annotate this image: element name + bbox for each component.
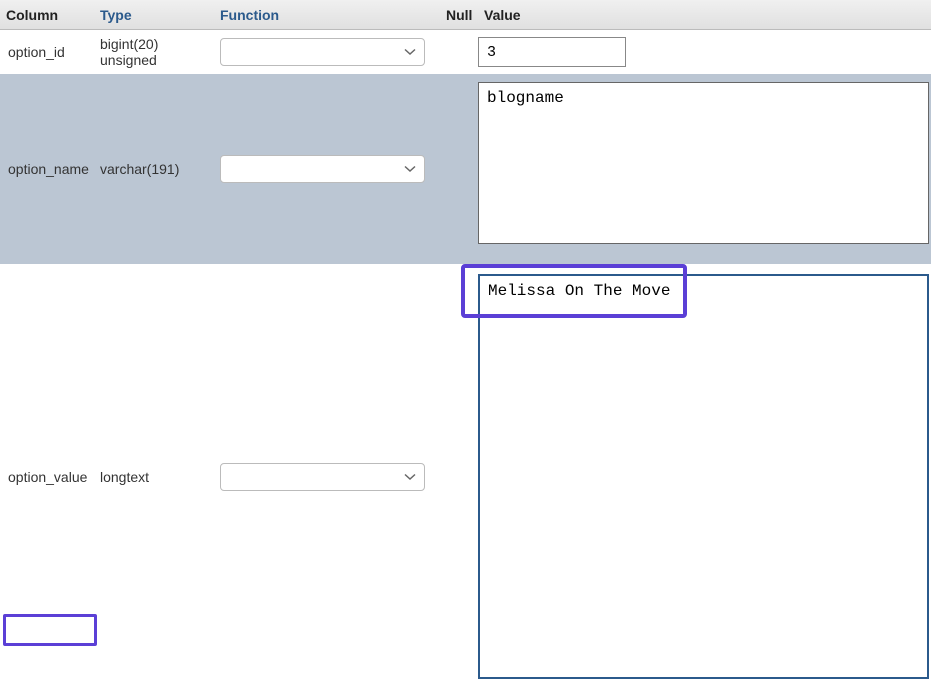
function-select[interactable] <box>220 155 425 183</box>
table-row: option_name varchar(191) <box>0 74 931 264</box>
chevron-down-icon <box>404 165 416 173</box>
header-value: Value <box>476 1 931 29</box>
function-cell <box>212 32 438 72</box>
column-name: option_id <box>0 38 92 66</box>
table-row: option_id bigint(20) unsigned <box>0 30 931 74</box>
value-textarea-option-name[interactable] <box>478 82 929 244</box>
function-cell <box>212 149 438 189</box>
edit-table: Column Type Function Null Value option_i… <box>0 0 931 689</box>
null-cell <box>438 471 476 483</box>
column-type: bigint(20) unsigned <box>92 30 212 74</box>
value-input-option-id[interactable] <box>478 37 626 67</box>
value-cell <box>476 74 931 264</box>
value-textarea-option-value[interactable] <box>478 274 929 679</box>
function-select[interactable] <box>220 463 425 491</box>
chevron-down-icon <box>404 473 416 481</box>
table-header-row: Column Type Function Null Value <box>0 0 931 30</box>
null-cell <box>438 163 476 175</box>
chevron-down-icon <box>404 48 416 56</box>
column-type: varchar(191) <box>92 155 212 183</box>
function-select[interactable] <box>220 38 425 66</box>
column-name: option_value <box>0 463 92 491</box>
table-row: option_value longtext <box>0 264 931 689</box>
column-name: option_name <box>0 155 92 183</box>
header-column: Column <box>0 1 92 29</box>
null-cell <box>438 46 476 58</box>
value-cell <box>476 30 931 74</box>
function-cell <box>212 457 438 497</box>
header-function[interactable]: Function <box>212 1 438 29</box>
header-null: Null <box>438 1 476 29</box>
value-cell <box>476 264 931 689</box>
column-type: longtext <box>92 463 212 491</box>
header-type[interactable]: Type <box>92 1 212 29</box>
